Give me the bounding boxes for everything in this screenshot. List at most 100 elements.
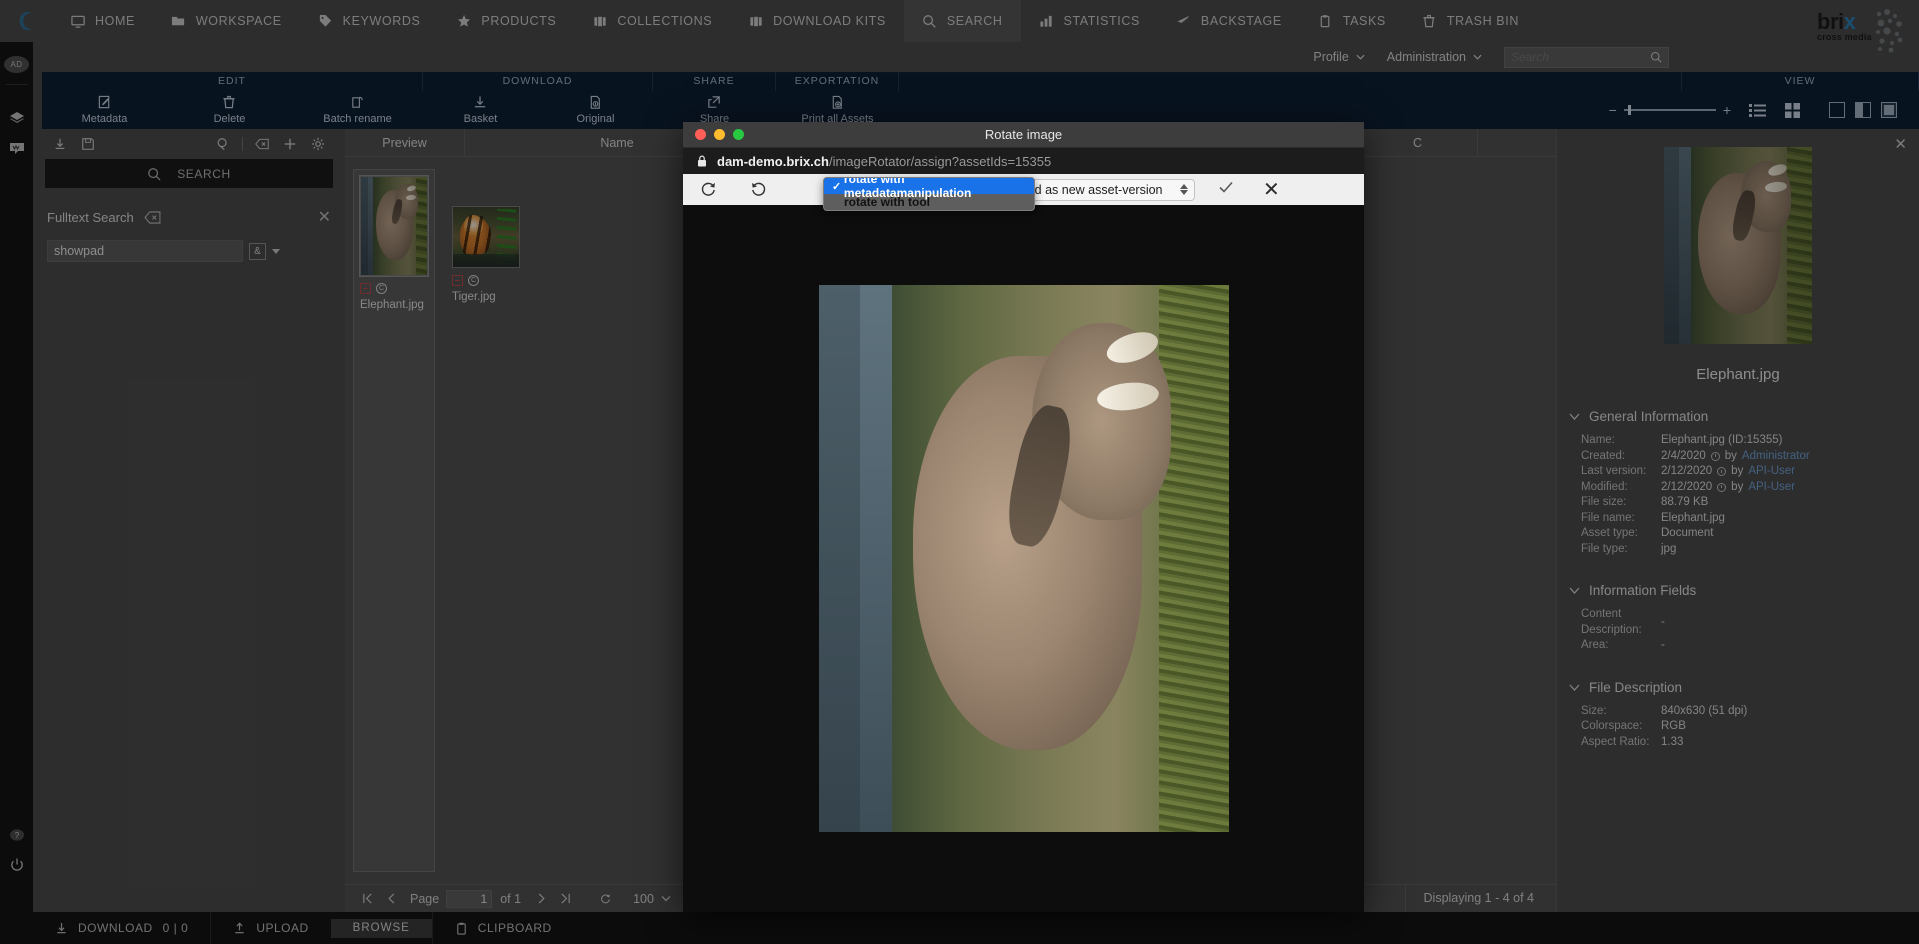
rail-item-logout[interactable] (0, 850, 33, 880)
ribbon-action-metadata[interactable]: Metadata (42, 91, 167, 129)
user-link[interactable]: API-User (1748, 464, 1795, 480)
layout-half-panel-icon[interactable] (1855, 102, 1871, 118)
profile-menu[interactable]: Profile (1313, 50, 1365, 64)
global-search-box[interactable] (1504, 46, 1669, 68)
confirm-rotate-button[interactable] (1217, 178, 1235, 201)
detail-row: Content Description: - (1569, 607, 1907, 638)
avatar[interactable]: AD (4, 56, 29, 73)
section-header[interactable]: File Description (1569, 680, 1907, 695)
refine-search-button[interactable] (209, 130, 237, 158)
layout-full-panel-icon[interactable] (1881, 102, 1897, 118)
operator-dropdown-icon[interactable] (272, 248, 280, 254)
next-page-button[interactable] (529, 887, 553, 911)
nav-item-backstage[interactable]: BACKSTAGE (1158, 0, 1300, 42)
rotate-mode-dropdown[interactable]: ✓ rotate with metadatamanipulation rotate … (823, 177, 1035, 211)
section-header[interactable]: General Information (1569, 409, 1907, 424)
clipboard-label: CLIPBOARD (477, 921, 552, 935)
asset-card[interactable]: C Elephant.jpg (353, 169, 435, 872)
prev-page-button[interactable] (379, 887, 403, 911)
toolbar-divider (242, 137, 243, 151)
clear-field-icon[interactable] (144, 210, 161, 224)
detail-key: File name: (1581, 511, 1635, 524)
nav-item-home[interactable]: HOME (52, 0, 153, 42)
search-settings-button[interactable] (304, 130, 332, 158)
ribbon-action-original[interactable]: Original (538, 91, 653, 129)
page-number-input[interactable] (446, 889, 493, 908)
first-page-button[interactable] (355, 887, 379, 911)
dropdown-option[interactable]: ✓ rotate with metadatamanipulation (824, 178, 1034, 200)
modal-url[interactable]: dam-demo.brix.ch/imageRotator/assign?ass… (717, 154, 1051, 169)
chevron-down-icon (1473, 54, 1482, 60)
fulltext-search-section-header: Fulltext Search ✕ (33, 202, 345, 232)
nav-item-products[interactable]: PRODUCTS (438, 0, 574, 42)
add-criterion-button[interactable] (276, 130, 304, 158)
nav-item-trash-bin[interactable]: TRASH BIN (1404, 0, 1537, 42)
upload-icon (235, 921, 244, 933)
app-logo-icon (0, 0, 52, 42)
slider-knob[interactable] (1627, 105, 1631, 115)
administration-menu[interactable]: Administration (1387, 50, 1482, 64)
ribbon-action-delete[interactable]: Delete (167, 91, 292, 129)
section-header[interactable]: Information Fields (1569, 583, 1907, 598)
clock-icon (1710, 451, 1720, 461)
rotate-clockwise-icon (701, 182, 715, 196)
ribbon-action-basket[interactable]: Basket (423, 91, 538, 129)
url-path: /imageRotator/assign?assetIds=15355 (828, 153, 1052, 169)
download-icon (55, 138, 65, 149)
asset-card[interactable]: C Tiger.jpg (445, 169, 527, 872)
asset-thumbnail[interactable] (452, 206, 520, 268)
save-button[interactable] (74, 130, 102, 158)
zoom-in-label[interactable]: + (1723, 102, 1731, 118)
search-submit-button[interactable]: SEARCH (45, 159, 333, 188)
rotate-clockwise-button[interactable] (683, 174, 733, 205)
column-header-c[interactable]: C (1358, 128, 1478, 157)
search-operator-button[interactable]: & (249, 242, 266, 260)
rail-item-layers[interactable] (0, 103, 33, 133)
page-size-value[interactable]: 100 (633, 892, 654, 906)
layout-no-panel-icon[interactable] (1829, 102, 1845, 118)
rail-item-help[interactable]: ? (0, 820, 33, 850)
list-view-icon[interactable] (1749, 102, 1766, 119)
download-icon (57, 922, 66, 933)
user-link[interactable]: API-User (1748, 480, 1795, 496)
nav-item-tasks[interactable]: TASKS (1300, 0, 1404, 42)
zoom-out-label[interactable]: − (1609, 102, 1617, 118)
last-page-button[interactable] (553, 887, 577, 911)
global-search-input[interactable] (1511, 50, 1646, 64)
nav-item-statistics[interactable]: STATISTICS (1021, 0, 1158, 42)
clipboard-button[interactable]: CLIPBOARD (433, 912, 574, 944)
thumbnail-size-slider[interactable]: − + (1609, 102, 1731, 118)
slider-track[interactable] (1623, 105, 1716, 115)
nav-item-download-kits[interactable]: DOWNLOAD KITS (730, 0, 904, 42)
browse-tab[interactable]: BROWSE (330, 918, 432, 938)
page-total-label: of 1 (500, 891, 522, 906)
rail-item-comments[interactable] (0, 133, 33, 163)
remove-section-icon[interactable]: ✕ (318, 207, 331, 227)
fulltext-search-input[interactable] (47, 240, 243, 262)
trash-icon (223, 95, 235, 109)
user-link[interactable]: Administrator (1742, 449, 1810, 465)
detail-key: Content Description: (1581, 608, 1642, 636)
detail-row: File size: 88.79 KB (1569, 495, 1907, 511)
upload-button[interactable]: UPLOAD (211, 912, 330, 944)
download-tray-button[interactable]: DOWNLOAD 0 | 0 (33, 912, 210, 944)
asset-thumbnail[interactable] (359, 175, 429, 277)
rotated-image[interactable] (818, 285, 1229, 832)
cancel-rotate-button[interactable]: ✕ (1263, 180, 1280, 200)
chevron-down-icon[interactable] (661, 895, 671, 902)
nav-item-search[interactable]: SEARCH (903, 0, 1021, 42)
clear-search-button[interactable] (248, 130, 276, 158)
nav-item-keywords[interactable]: KEYWORDS (300, 0, 439, 42)
rotate-counter-clockwise-button[interactable] (733, 174, 783, 205)
refresh-button[interactable] (593, 887, 617, 911)
column-header-preview[interactable]: Preview (345, 128, 465, 157)
checkmark-icon (1219, 181, 1233, 193)
detail-key: Colorspace: (1581, 720, 1643, 732)
save-search-download-button[interactable] (46, 130, 74, 158)
restricted-icon (360, 283, 371, 294)
grid-view-icon[interactable] (1784, 102, 1801, 119)
nav-item-workspace[interactable]: WORKSPACE (153, 0, 300, 42)
nav-item-collections[interactable]: COLLECTIONS (574, 0, 730, 42)
close-panel-icon[interactable]: ✕ (1894, 135, 1907, 153)
ribbon-action-batch-rename[interactable]: Batch rename (292, 91, 423, 129)
